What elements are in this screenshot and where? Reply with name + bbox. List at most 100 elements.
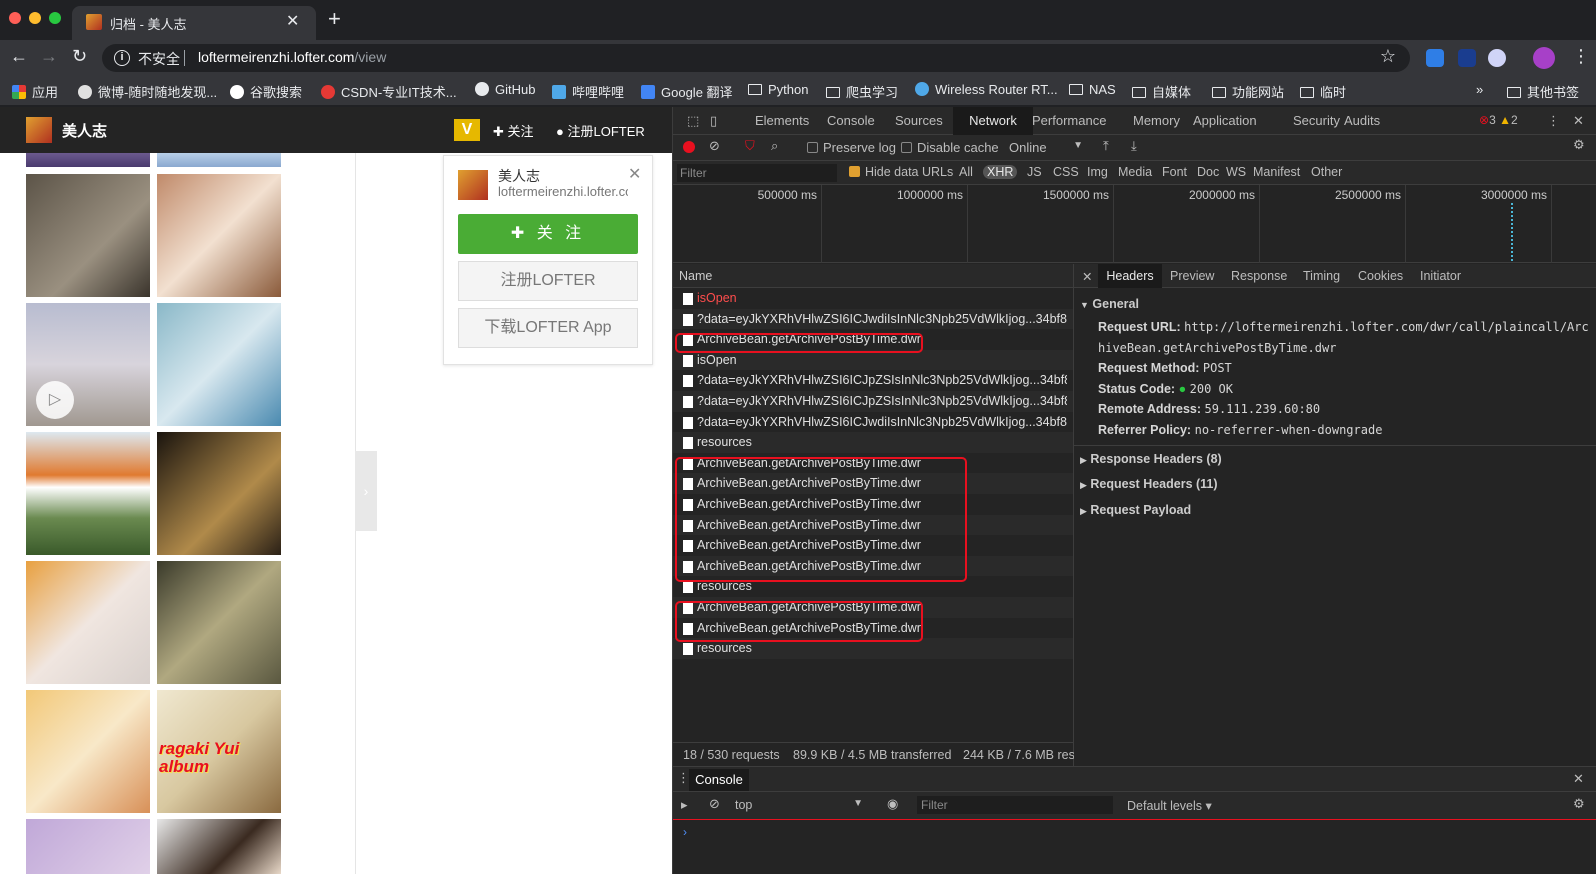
tab-network[interactable]: Network bbox=[953, 107, 1033, 135]
tab-timing[interactable]: Timing bbox=[1303, 269, 1340, 283]
request-headers-toggle[interactable]: ▶ Request Headers (11) bbox=[1080, 477, 1218, 491]
photo-thumb[interactable] bbox=[157, 561, 281, 684]
tab-headers[interactable]: Headers bbox=[1098, 264, 1162, 288]
photo-thumb[interactable]: ▷ bbox=[26, 303, 150, 426]
photo-thumb[interactable] bbox=[26, 561, 150, 684]
detail-close-icon[interactable]: ✕ bbox=[1082, 269, 1092, 284]
card-avatar[interactable] bbox=[458, 170, 488, 200]
search-icon[interactable]: ⌕ bbox=[771, 138, 778, 154]
info-icon[interactable]: i bbox=[114, 50, 130, 66]
register-button[interactable]: 注册LOFTER bbox=[458, 261, 638, 301]
maximize-window-button[interactable] bbox=[49, 12, 61, 24]
bookmark-github[interactable]: GitHub bbox=[475, 82, 535, 97]
type-media[interactable]: Media bbox=[1118, 165, 1152, 179]
preserve-log-checkbox[interactable]: Preserve log bbox=[807, 140, 896, 155]
devtools-menu-icon[interactable]: ⋮ bbox=[1547, 113, 1560, 129]
response-headers-toggle[interactable]: ▶ Response Headers (8) bbox=[1080, 452, 1222, 466]
request-row[interactable]: resources bbox=[673, 432, 1073, 453]
request-row[interactable]: ?data=eyJkYXRhVHlwZSI6ICJpZSIsInNlc3Npb2… bbox=[673, 370, 1073, 391]
settings-gear-icon[interactable]: ⚙ bbox=[1573, 137, 1585, 153]
type-xhr[interactable]: XHR bbox=[983, 165, 1018, 179]
verified-badge[interactable]: V bbox=[454, 119, 480, 141]
new-tab-button[interactable]: + bbox=[328, 8, 341, 30]
url-text[interactable]: loftermeirenzhi.lofter.com/view bbox=[198, 49, 386, 65]
bookmark-folder-media[interactable]: 自媒体 bbox=[1132, 82, 1191, 101]
photo-thumb[interactable] bbox=[26, 819, 150, 874]
drawer-tab-console[interactable]: Console bbox=[689, 769, 749, 791]
close-window-button[interactable] bbox=[9, 12, 21, 24]
download-app-button[interactable]: 下载LOFTER App bbox=[458, 308, 638, 348]
request-row[interactable]: ?data=eyJkYXRhVHlwZSI6ICJwdiIsInNlc3Npb2… bbox=[673, 308, 1073, 330]
request-row[interactable]: isOpen bbox=[673, 288, 1073, 309]
card-name[interactable]: 美人志 bbox=[498, 166, 540, 186]
photo-thumb[interactable] bbox=[157, 153, 281, 167]
console-clear-icon[interactable]: ⊘ bbox=[709, 796, 720, 812]
bookmark-google[interactable]: 谷歌搜索 bbox=[230, 82, 302, 101]
photo-thumb[interactable] bbox=[157, 303, 281, 426]
extension-bolt-icon[interactable] bbox=[1458, 49, 1476, 67]
type-manifest[interactable]: Manifest bbox=[1253, 165, 1300, 179]
register-link[interactable]: ● 注册LOFTER bbox=[556, 121, 645, 140]
bookmark-apps[interactable]: 应用 bbox=[12, 82, 58, 101]
back-button[interactable]: ← bbox=[10, 46, 28, 67]
inspect-icon[interactable]: ⬚ bbox=[687, 113, 699, 129]
clear-icon[interactable]: ⊘ bbox=[709, 138, 720, 154]
console-prompt-icon[interactable]: › bbox=[683, 825, 687, 839]
minimize-window-button[interactable] bbox=[29, 12, 41, 24]
request-row[interactable]: ?data=eyJkYXRhVHlwZSI6ICJpZSIsInNlc3Npb2… bbox=[673, 391, 1073, 412]
photo-thumb[interactable] bbox=[26, 174, 150, 297]
more-bookmarks-button[interactable]: » bbox=[1476, 82, 1483, 97]
disable-cache-checkbox[interactable]: Disable cache bbox=[901, 140, 999, 155]
photo-thumb[interactable]: ragaki Yui album bbox=[157, 690, 281, 813]
bookmark-folder-crawler[interactable]: 爬虫学习 bbox=[826, 82, 898, 101]
tab-cookies[interactable]: Cookies bbox=[1358, 269, 1403, 283]
bookmark-router[interactable]: Wireless Router RT... bbox=[915, 82, 1058, 97]
tab-security[interactable]: Security bbox=[1293, 113, 1340, 128]
filter-icon[interactable]: ⛉ bbox=[745, 138, 755, 154]
request-payload-toggle[interactable]: ▶ Request Payload bbox=[1080, 503, 1191, 517]
bookmark-folder-nas[interactable]: NAS bbox=[1069, 82, 1116, 97]
photo-thumb[interactable] bbox=[157, 432, 281, 555]
bookmark-folder-temp[interactable]: 临时 bbox=[1300, 82, 1346, 101]
tab-close-icon[interactable]: ✕ bbox=[286, 11, 299, 31]
bookmark-translate[interactable]: Google 翻译 bbox=[641, 82, 733, 101]
tab-response[interactable]: Response bbox=[1231, 269, 1287, 283]
extension-cloud-icon[interactable] bbox=[1426, 49, 1444, 67]
sidebar-toggle-icon[interactable]: ▸ bbox=[681, 797, 688, 813]
default-levels-select[interactable]: Default levels ▾ bbox=[1127, 798, 1212, 813]
tab-performance[interactable]: Performance bbox=[1032, 113, 1106, 128]
tab-application[interactable]: Application bbox=[1193, 113, 1257, 128]
device-toggle-icon[interactable]: ▯ bbox=[710, 113, 717, 129]
profile-avatar[interactable] bbox=[1533, 47, 1555, 69]
devtools-close-icon[interactable]: ✕ bbox=[1573, 113, 1584, 129]
request-row[interactable]: ?data=eyJkYXRhVHlwZSI6ICJwdiIsInNlc3Npb2… bbox=[673, 412, 1073, 433]
tab-initiator[interactable]: Initiator bbox=[1420, 269, 1461, 283]
photo-thumb[interactable] bbox=[157, 819, 281, 874]
play-icon[interactable]: ▷ bbox=[36, 381, 74, 419]
photo-thumb[interactable] bbox=[157, 174, 281, 297]
console-filter-input[interactable]: Filter bbox=[917, 796, 1113, 814]
filter-input[interactable]: Filter bbox=[677, 164, 837, 182]
follow-link[interactable]: ✚ 关注 bbox=[493, 121, 534, 140]
bookmark-folder-tools[interactable]: 功能网站 bbox=[1212, 82, 1284, 101]
bookmark-folder-python[interactable]: Python bbox=[748, 82, 808, 97]
tab-audits[interactable]: Audits bbox=[1344, 113, 1380, 128]
eye-icon[interactable]: ◉ bbox=[887, 796, 898, 812]
console-settings-icon[interactable]: ⚙ bbox=[1573, 796, 1585, 812]
import-har-icon[interactable]: ⤒ bbox=[1103, 138, 1109, 154]
site-logo[interactable] bbox=[26, 117, 52, 143]
general-section-toggle[interactable]: ▼ General bbox=[1080, 297, 1139, 311]
drawer-close-icon[interactable]: ✕ bbox=[1573, 771, 1584, 787]
collapse-arrow-icon[interactable]: › bbox=[355, 451, 377, 531]
address-bar[interactable]: i 不安全 loftermeirenzhi.lofter.com/view ☆ bbox=[102, 44, 1410, 72]
hide-data-urls-checkbox[interactable]: Hide data URLs bbox=[849, 165, 953, 179]
photo-thumb[interactable] bbox=[26, 432, 150, 555]
name-column-header[interactable]: Name bbox=[673, 264, 1073, 288]
reload-button[interactable]: ↻ bbox=[72, 46, 87, 67]
bookmark-weibo[interactable]: 微博-随时随地发现... bbox=[78, 82, 217, 101]
network-overview[interactable]: 500000 ms 1000000 ms 1500000 ms 2000000 … bbox=[673, 185, 1596, 263]
type-font[interactable]: Font bbox=[1162, 165, 1187, 179]
photo-thumb[interactable] bbox=[26, 153, 150, 167]
bookmark-csdn[interactable]: CSDN-专业IT技术... bbox=[321, 82, 457, 101]
menu-dots-icon[interactable]: ⋮ bbox=[1572, 46, 1590, 67]
